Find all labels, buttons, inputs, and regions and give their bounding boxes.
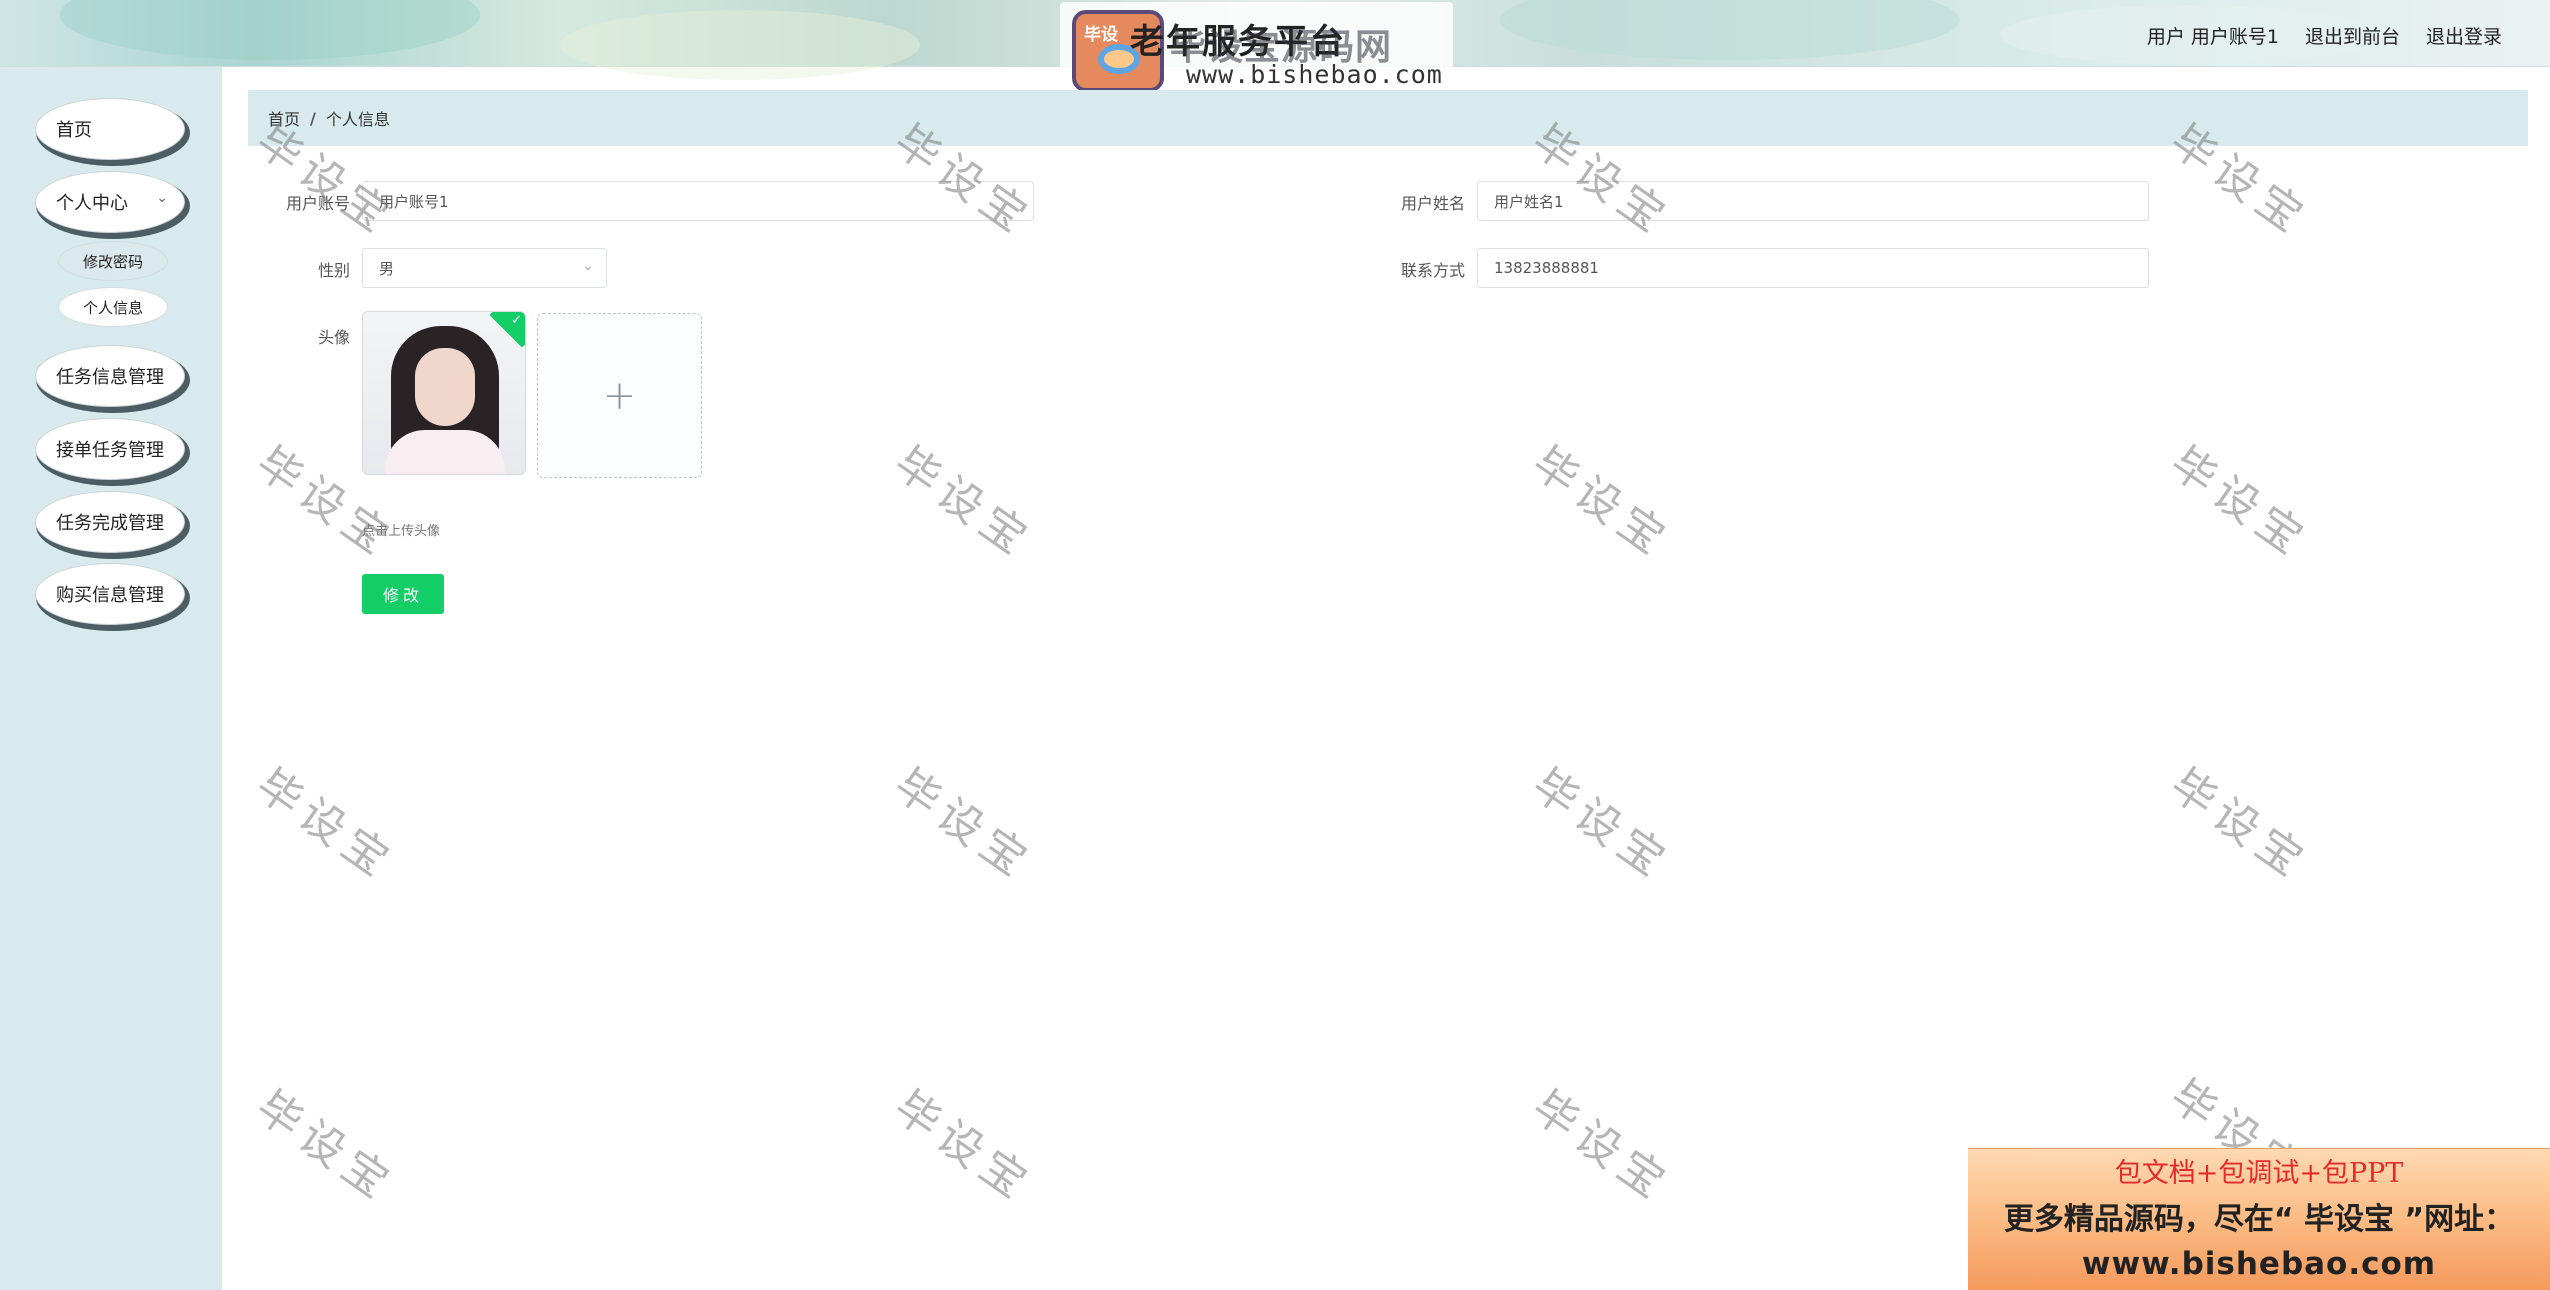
sidebar-item-order-task[interactable]: 接单任务管理 bbox=[35, 418, 185, 480]
sidebar-item-label: 任务完成管理 bbox=[56, 513, 164, 534]
watermark-text: 毕设宝 bbox=[1522, 759, 1680, 891]
watermark-text: 毕设宝 bbox=[1522, 1081, 1680, 1213]
sidebar-item-label: 个人中心 bbox=[56, 193, 128, 214]
back-to-front-link[interactable]: 退出到前台 bbox=[2305, 22, 2400, 49]
sidebar-item-label: 首页 bbox=[56, 120, 92, 141]
watermark-text: 毕设宝 bbox=[246, 759, 404, 891]
watermark-text: 毕设宝 bbox=[884, 1081, 1042, 1213]
breadcrumb-separator: / bbox=[310, 108, 316, 128]
header-user-actions: 用户 用户账号1 退出到前台 退出登录 bbox=[2147, 22, 2502, 49]
sidebar-item-home[interactable]: 首页 bbox=[35, 98, 185, 160]
sidebar-item-label: 购买信息管理 bbox=[56, 585, 164, 606]
name-field[interactable]: 用户姓名1 bbox=[1477, 181, 2149, 221]
chevron-down-icon: ⌄ bbox=[156, 190, 168, 206]
account-label: 用户账号 bbox=[285, 194, 350, 213]
promo-line-1: 包文档+包调试+包PPT bbox=[2114, 1158, 2404, 1189]
gender-select[interactable]: 男 ⌄ bbox=[362, 248, 607, 288]
promo-url: www.bishebao.com bbox=[2081, 1246, 2437, 1282]
upload-hint: 点击上传头像 bbox=[362, 524, 441, 539]
logout-link[interactable]: 退出登录 bbox=[2426, 22, 2502, 49]
watermark-text: 毕设宝 bbox=[246, 1081, 404, 1213]
sidebar-item-label: 接单任务管理 bbox=[56, 440, 164, 461]
phone-label: 联系方式 bbox=[1400, 261, 1465, 280]
phone-value: 13823888881 bbox=[1494, 259, 1599, 277]
breadcrumb-home-link[interactable]: 首页 bbox=[268, 106, 300, 130]
breadcrumb-current: 个人信息 bbox=[325, 110, 390, 129]
current-user-label: 用户 用户账号1 bbox=[2146, 26, 2279, 48]
sidebar-subitem-change-password[interactable]: 修改密码 bbox=[58, 241, 168, 281]
chevron-down-icon: ⌄ bbox=[582, 258, 594, 274]
breadcrumb: 首页 / 个人信息 bbox=[248, 90, 2528, 146]
plus-icon: + bbox=[602, 372, 637, 419]
watermark-logo-url: www.bishebao.com bbox=[1186, 60, 1443, 89]
sidebar-item-label: 任务信息管理 bbox=[56, 367, 164, 388]
sidebar-item-personal-center[interactable]: 个人中心 ⌄ bbox=[35, 171, 185, 233]
account-field[interactable]: 用户账号1 bbox=[362, 181, 1034, 221]
phone-field[interactable]: 13823888881 bbox=[1477, 248, 2149, 288]
submit-button[interactable]: 修改 bbox=[362, 574, 444, 614]
watermark-text: 毕设宝 bbox=[1522, 437, 1680, 569]
promo-line-2: 更多精品源码，尽在“ 毕设宝 ”网址： bbox=[2003, 1202, 2515, 1237]
watermark-text: 毕设宝 bbox=[2160, 759, 2318, 891]
sidebar-item-purchase-info[interactable]: 购买信息管理 bbox=[35, 563, 185, 625]
account-value: 用户账号1 bbox=[379, 192, 449, 211]
promo-banner[interactable]: 包文档+包调试+包PPT 更多精品源码，尽在“ 毕设宝 ”网址： www.bis… bbox=[1968, 1148, 2550, 1290]
watermark-text: 毕设宝 bbox=[884, 759, 1042, 891]
sidebar-subitem-label: 个人信息 bbox=[82, 298, 143, 317]
watermark-text: 毕设宝 bbox=[2160, 437, 2318, 569]
name-value: 用户姓名1 bbox=[1494, 192, 1564, 211]
sidebar-subitem-label: 修改密码 bbox=[82, 252, 143, 271]
avatar-preview[interactable]: ✓ bbox=[362, 311, 526, 475]
sidebar-item-task-complete[interactable]: 任务完成管理 bbox=[35, 491, 185, 553]
gender-label: 性别 bbox=[317, 261, 350, 280]
avatar-upload-button[interactable]: + bbox=[537, 313, 702, 478]
avatar-label: 头像 bbox=[317, 328, 350, 347]
gender-value: 男 bbox=[379, 259, 395, 278]
name-label: 用户姓名 bbox=[1400, 194, 1465, 213]
sidebar-subitem-personal-info[interactable]: 个人信息 bbox=[58, 287, 168, 327]
check-icon: ✓ bbox=[511, 313, 522, 328]
watermark-text: 毕设宝 bbox=[884, 437, 1042, 569]
sidebar-item-task-info[interactable]: 任务信息管理 bbox=[35, 345, 185, 407]
